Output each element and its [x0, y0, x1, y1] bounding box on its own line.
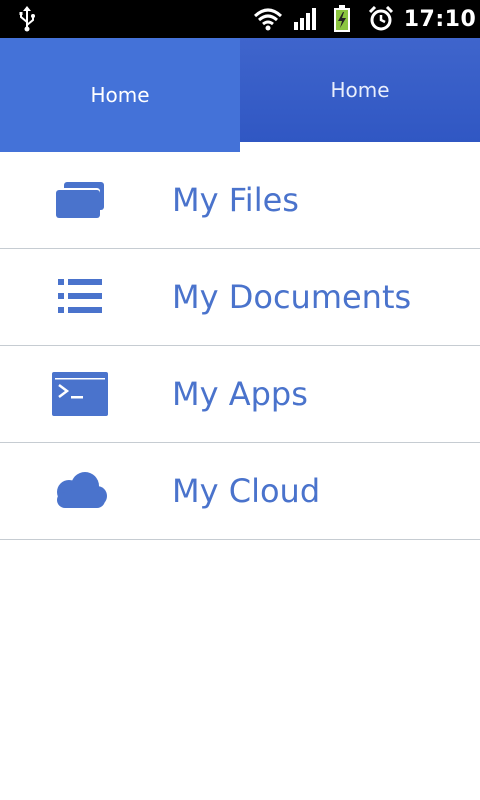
- menu-item-label: My Files: [172, 181, 299, 219]
- menu-item-label: My Documents: [172, 278, 412, 316]
- list-icon: [48, 271, 112, 323]
- status-time: 17:10: [403, 6, 477, 32]
- menu-item-my-apps[interactable]: My Apps: [0, 346, 480, 443]
- folder-icon: [48, 174, 112, 226]
- tab-label: Home: [330, 78, 390, 102]
- signal-icon: [290, 0, 322, 38]
- menu-list: My Files My Documents My Apps My Cloud: [0, 152, 480, 540]
- usb-icon: [12, 0, 42, 38]
- battery-charging-icon: [330, 0, 354, 38]
- tab-home[interactable]: Home: [240, 38, 480, 142]
- menu-item-my-cloud[interactable]: My Cloud: [0, 443, 480, 540]
- menu-item-label: My Cloud: [172, 472, 321, 510]
- menu-item-my-documents[interactable]: My Documents: [0, 249, 480, 346]
- status-bar: 17:10: [0, 0, 480, 38]
- tab-label: Home: [90, 83, 150, 107]
- terminal-icon: [48, 368, 112, 420]
- cloud-icon: [48, 465, 112, 517]
- tab-home-active[interactable]: Home: [0, 38, 240, 152]
- tab-bar: Home Home: [0, 38, 480, 152]
- menu-item-label: My Apps: [172, 375, 308, 413]
- menu-item-my-files[interactable]: My Files: [0, 152, 480, 249]
- wifi-icon: [250, 0, 286, 38]
- alarm-icon: [364, 0, 398, 38]
